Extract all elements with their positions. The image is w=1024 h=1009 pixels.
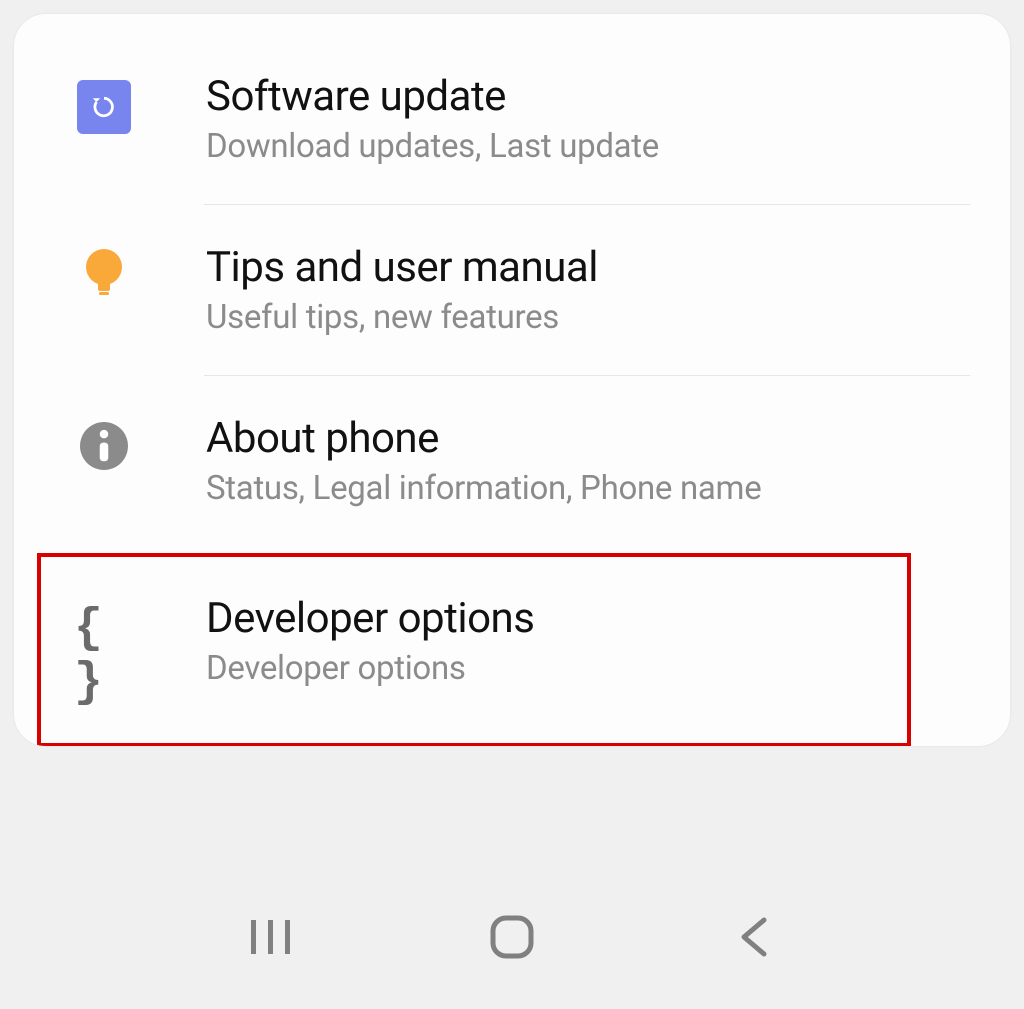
- settings-item-about-phone[interactable]: About phone Status, Legal information, P…: [14, 376, 1010, 546]
- item-title: Tips and user manual: [206, 243, 1010, 292]
- settings-item-tips[interactable]: Tips and user manual Useful tips, new fe…: [14, 205, 1010, 375]
- item-title: Developer options: [206, 594, 910, 643]
- back-button[interactable]: [718, 907, 788, 967]
- refresh-icon: [74, 72, 134, 134]
- item-title: Software update: [206, 72, 1010, 121]
- item-subtitle: Download updates, Last update: [206, 127, 1010, 166]
- settings-item-developer-options[interactable]: { } Developer options Developer options: [38, 554, 910, 746]
- item-subtitle: Developer options: [206, 649, 910, 688]
- settings-card: Software update Download updates, Last u…: [14, 14, 1010, 746]
- recents-button[interactable]: [236, 907, 306, 967]
- item-subtitle: Useful tips, new features: [206, 298, 1010, 337]
- home-button[interactable]: [477, 907, 547, 967]
- braces-icon: { }: [74, 594, 134, 710]
- info-icon: [74, 414, 134, 470]
- bulb-icon: [74, 243, 134, 295]
- item-subtitle: Status, Legal information, Phone name: [206, 469, 1010, 508]
- navigation-bar: [0, 907, 1024, 967]
- settings-item-software-update[interactable]: Software update Download updates, Last u…: [14, 34, 1010, 204]
- item-title: About phone: [206, 414, 1010, 463]
